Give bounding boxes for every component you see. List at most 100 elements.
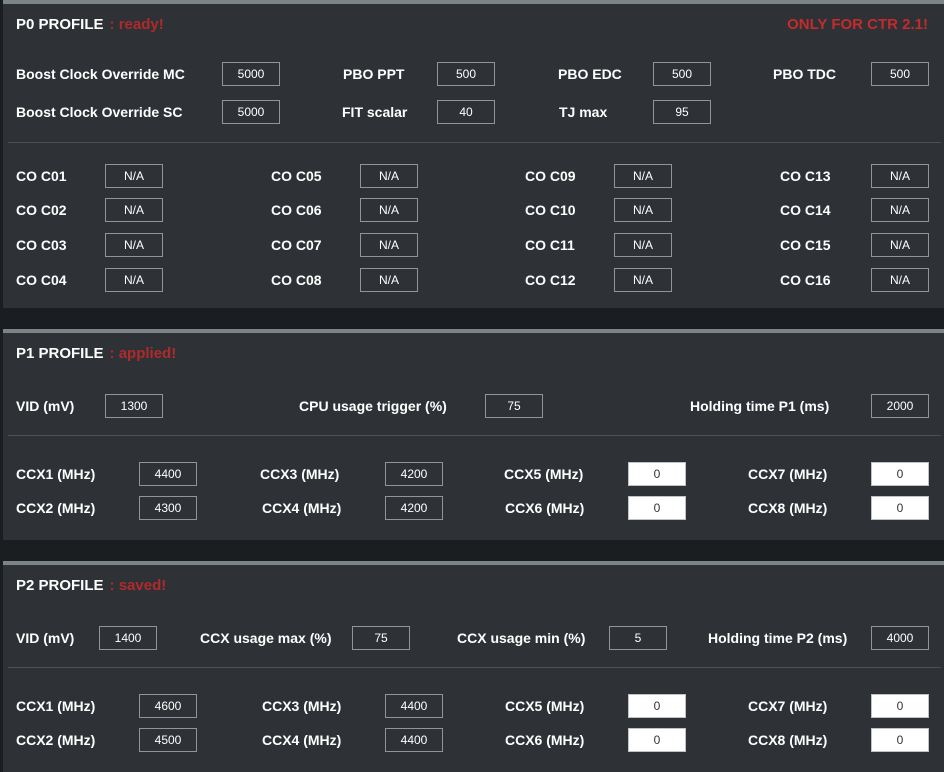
p1-vid-label: VID (mV) — [16, 398, 75, 414]
boost-clock-mc-label: Boost Clock Override MC — [16, 66, 185, 82]
co-c03-input[interactable] — [105, 233, 163, 257]
p2-ccx4-label: CCX4 (MHz) — [262, 732, 342, 748]
tj-max-label: TJ max — [559, 104, 608, 120]
p1-cpu-usage-trigger-input[interactable] — [485, 394, 543, 418]
p2-header: P2 PROFILE : saved! — [16, 577, 166, 594]
co-c05-input[interactable] — [360, 164, 418, 188]
co-c11-label: CO C11 — [525, 237, 575, 253]
co-c04-label: CO C04 — [16, 272, 67, 288]
fit-scalar-label: FIT scalar — [342, 104, 408, 120]
p1-ccx5-label: CCX5 (MHz) — [504, 466, 584, 482]
p1-ccx2-label: CCX2 (MHz) — [16, 500, 96, 516]
p1-vid-input[interactable] — [105, 394, 163, 418]
p2-profile-panel: P2 PROFILE: saved! VID (mV) CCX usage ma… — [3, 561, 944, 772]
co-c04-input[interactable] — [105, 268, 163, 292]
p2-ccx1-label: CCX1 (MHz) — [16, 698, 96, 714]
p2-ccx-usage-min-input[interactable] — [609, 626, 667, 650]
p2-ccx-usage-min-label: CCX usage min (%) — [457, 630, 586, 646]
p1-ccx3-label: CCX3 (MHz) — [260, 466, 340, 482]
p1-ccx8-label: CCX8 (MHz) — [748, 500, 828, 516]
fit-scalar-input[interactable] — [437, 100, 495, 124]
co-c12-input[interactable] — [614, 268, 672, 292]
co-c13-input[interactable] — [871, 164, 929, 188]
p2-ccx7-input[interactable] — [871, 694, 929, 718]
p2-holding-time-input[interactable] — [871, 626, 929, 650]
p1-title: P1 PROFILE — [16, 345, 104, 362]
p2-ccx6-input[interactable] — [628, 728, 686, 752]
p1-cpu-usage-trigger-label: CPU usage trigger (%) — [299, 398, 447, 414]
p0-profile-panel: P0 PROFILE : ready! ONLY FOR CTR 2.1! Boo… — [3, 0, 944, 308]
p2-ccx-usage-max-label: CCX usage max (%) — [200, 630, 332, 646]
p2-ccx5-input[interactable] — [628, 694, 686, 718]
co-c01-label: CO C01 — [16, 168, 67, 184]
version-warning: ONLY FOR CTR 2.1! — [787, 16, 928, 33]
p2-title: P2 PROFILE — [16, 577, 104, 594]
co-c03-label: CO C03 — [16, 237, 67, 253]
p1-header: P1 PROFILE : applied! — [16, 345, 176, 362]
p2-ccx3-input[interactable] — [385, 694, 443, 718]
boost-clock-sc-label: Boost Clock Override SC — [16, 104, 183, 120]
co-c14-label: CO C14 — [780, 202, 831, 218]
pbo-tdc-input[interactable] — [871, 62, 929, 86]
co-c15-label: CO C15 — [780, 237, 831, 253]
co-c07-input[interactable] — [360, 233, 418, 257]
p1-ccx2-input[interactable] — [139, 496, 197, 520]
p0-title: P0 PROFILE — [16, 16, 104, 33]
co-c16-label: CO C16 — [780, 272, 831, 288]
co-c10-label: CO C10 — [525, 202, 576, 218]
co-c15-input[interactable] — [871, 233, 929, 257]
p2-ccx-usage-max-input[interactable] — [352, 626, 410, 650]
co-c06-label: CO C06 — [271, 202, 322, 218]
co-c14-input[interactable] — [871, 198, 929, 222]
pbo-ppt-input[interactable] — [437, 62, 495, 86]
co-c02-input[interactable] — [105, 198, 163, 222]
p2-ccx2-input[interactable] — [139, 728, 197, 752]
co-c02-label: CO C02 — [16, 202, 67, 218]
co-c12-label: CO C12 — [525, 272, 576, 288]
p1-ccx4-label: CCX4 (MHz) — [262, 500, 342, 516]
p2-ccx3-label: CCX3 (MHz) — [262, 698, 342, 714]
p0-header: P0 PROFILE : ready! — [16, 16, 164, 33]
p1-ccx7-label: CCX7 (MHz) — [748, 466, 828, 482]
p2-status: : saved! — [109, 577, 167, 594]
p1-ccx6-label: CCX6 (MHz) — [505, 500, 585, 516]
p2-ccx4-input[interactable] — [385, 728, 443, 752]
co-c01-input[interactable] — [105, 164, 163, 188]
p1-ccx3-input[interactable] — [385, 462, 443, 486]
p1-ccx6-input[interactable] — [628, 496, 686, 520]
p1-ccx5-input[interactable] — [628, 462, 686, 486]
boost-clock-mc-input[interactable] — [222, 62, 280, 86]
co-c09-input[interactable] — [614, 164, 672, 188]
p1-profile-panel: P1 PROFILE : applied! VID (mV) CPU usage … — [3, 329, 944, 540]
co-c16-input[interactable] — [871, 268, 929, 292]
co-c13-label: CO C13 — [780, 168, 831, 184]
p1-ccx8-input[interactable] — [871, 496, 929, 520]
p2-holding-time-label: Holding time P2 (ms) — [708, 630, 848, 646]
p2-ccx6-label: CCX6 (MHz) — [505, 732, 585, 748]
boost-clock-sc-input[interactable] — [222, 100, 280, 124]
co-c08-input[interactable] — [360, 268, 418, 292]
p1-status: : applied! — [109, 345, 177, 362]
p1-holding-time-input[interactable] — [871, 394, 929, 418]
p2-ccx7-label: CCX7 (MHz) — [748, 698, 828, 714]
pbo-edc-label: PBO EDC — [558, 66, 622, 82]
p2-ccx1-input[interactable] — [139, 694, 197, 718]
co-c07-label: CO C07 — [271, 237, 322, 253]
p1-ccx7-input[interactable] — [871, 462, 929, 486]
co-c10-input[interactable] — [614, 198, 672, 222]
co-c11-input[interactable] — [614, 233, 672, 257]
co-c08-label: CO C08 — [271, 272, 322, 288]
p1-holding-time-label: Holding time P1 (ms) — [690, 398, 830, 414]
p2-ccx2-label: CCX2 (MHz) — [16, 732, 96, 748]
co-c05-label: CO C05 — [271, 168, 322, 184]
p1-ccx4-input[interactable] — [385, 496, 443, 520]
co-c06-input[interactable] — [360, 198, 418, 222]
p2-vid-input[interactable] — [99, 626, 157, 650]
p1-ccx1-input[interactable] — [139, 462, 197, 486]
p0-status: : ready! — [109, 16, 164, 33]
p2-ccx8-input[interactable] — [871, 728, 929, 752]
pbo-edc-input[interactable] — [653, 62, 711, 86]
tj-max-input[interactable] — [653, 100, 711, 124]
pbo-tdc-label: PBO TDC — [773, 66, 836, 82]
pbo-ppt-label: PBO PPT — [343, 66, 405, 82]
